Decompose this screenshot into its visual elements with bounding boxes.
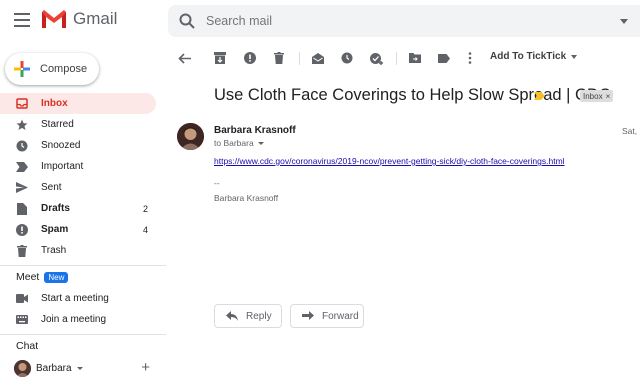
sidebar: Compose Inbox Starred Snoozed Important xyxy=(0,42,166,386)
inbox-label-chip: Inbox × xyxy=(580,90,614,102)
gmail-logo[interactable]: Gmail xyxy=(41,9,117,29)
remove-label-icon[interactable]: × xyxy=(606,92,611,101)
add-chat-icon[interactable]: + xyxy=(141,359,150,376)
mark-unread-icon[interactable] xyxy=(308,48,328,68)
email-body-link[interactable]: https://www.cdc.gov/coronavirus/2019-nco… xyxy=(214,156,565,166)
toolbar-divider xyxy=(299,52,300,65)
compose-plus-icon xyxy=(14,61,30,77)
report-spam-icon[interactable] xyxy=(240,48,260,68)
ticktick-label: Add To TickTick xyxy=(490,51,567,62)
reply-label: Reply xyxy=(246,310,272,322)
sidebar-item-label: Drafts xyxy=(41,203,70,214)
sidebar-item-label: Spam xyxy=(41,224,69,235)
meet-section-title: Meet New xyxy=(0,266,166,288)
add-task-icon[interactable] xyxy=(366,48,386,68)
inbox-icon xyxy=(16,98,28,110)
sidebar-item-label: Trash xyxy=(41,245,67,256)
nav-list: Inbox Starred Snoozed Important Sent Dra… xyxy=(0,93,166,379)
delete-icon[interactable] xyxy=(269,48,289,68)
spam-icon xyxy=(16,223,28,236)
start-meeting-label: Start a meeting xyxy=(41,293,109,304)
search-input[interactable] xyxy=(206,14,606,28)
archive-icon[interactable] xyxy=(210,48,230,68)
recipient-label: to Barbara xyxy=(214,138,254,148)
clock-icon xyxy=(16,140,28,152)
message-toolbar: Add To TickTick xyxy=(166,42,640,74)
join-meeting-label: Join a meeting xyxy=(41,314,107,325)
sidebar-item-important[interactable]: Important xyxy=(0,156,166,177)
search-icon[interactable] xyxy=(178,12,196,30)
sidebar-item-snoozed[interactable]: Snoozed xyxy=(0,135,166,156)
snooze-icon[interactable] xyxy=(337,48,357,68)
forward-button[interactable]: Forward xyxy=(290,304,364,328)
meet-title: Meet xyxy=(16,271,40,283)
avatar xyxy=(177,123,204,150)
search-options-icon[interactable] xyxy=(620,19,628,24)
drafts-count: 2 xyxy=(142,203,148,214)
trash-icon xyxy=(16,244,28,257)
gmail-icon xyxy=(42,10,66,28)
keyboard-icon xyxy=(16,314,28,326)
chat-user-name: Barbara xyxy=(36,362,72,374)
signature-separator: -- xyxy=(214,178,220,188)
spam-count: 4 xyxy=(142,224,148,235)
reply-icon xyxy=(226,311,238,321)
video-icon xyxy=(16,293,28,305)
email-date: Sat, M xyxy=(622,126,640,136)
main-menu-button[interactable] xyxy=(14,13,30,27)
chevron-down-icon xyxy=(257,141,264,145)
sidebar-item-starred[interactable]: Starred xyxy=(0,114,166,135)
start-meeting-item[interactable]: Start a meeting xyxy=(0,288,166,309)
chevron-down-icon xyxy=(571,54,578,59)
top-bar: Gmail xyxy=(0,0,640,42)
label-icon[interactable] xyxy=(434,48,454,68)
sidebar-item-drafts[interactable]: Drafts 2 xyxy=(0,198,166,219)
send-icon xyxy=(16,182,28,194)
search-bar[interactable] xyxy=(168,5,640,37)
move-to-icon[interactable] xyxy=(405,48,425,68)
new-badge: New xyxy=(44,271,69,283)
sidebar-item-spam[interactable]: Spam 4 xyxy=(0,219,166,240)
app-name: Gmail xyxy=(73,9,118,28)
signature-name: Barbara Krasnoff xyxy=(214,193,279,203)
forward-icon xyxy=(302,311,314,320)
sidebar-item-label: Starred xyxy=(41,119,74,130)
email-subject: Use Cloth Face Coverings to Help Slow Sp… xyxy=(214,86,611,104)
sender-name: Barbara Krasnoff xyxy=(214,125,296,136)
sidebar-item-label: Snoozed xyxy=(41,140,81,151)
sidebar-item-label: Inbox xyxy=(41,98,68,109)
back-icon[interactable] xyxy=(174,48,194,68)
message-view: Add To TickTick Use Cloth Face Coverings… xyxy=(166,42,640,386)
sidebar-item-trash[interactable]: Trash xyxy=(0,240,166,261)
compose-button[interactable]: Compose xyxy=(5,53,99,85)
chevron-down-icon xyxy=(76,366,83,370)
sidebar-item-inbox[interactable]: Inbox xyxy=(0,93,156,114)
join-meeting-item[interactable]: Join a meeting xyxy=(0,309,166,330)
sidebar-item-sent[interactable]: Sent xyxy=(0,177,166,198)
chat-user-status[interactable]: Barbara + xyxy=(0,357,166,379)
label-chip-text: Inbox xyxy=(583,91,603,101)
star-icon xyxy=(16,119,28,131)
more-icon[interactable] xyxy=(460,48,480,68)
toolbar-divider xyxy=(396,52,397,65)
important-marker-icon[interactable] xyxy=(534,92,545,100)
avatar xyxy=(14,359,31,377)
sidebar-item-label: Important xyxy=(41,161,84,172)
chat-section-title: Chat xyxy=(0,335,166,357)
sidebar-item-label: Sent xyxy=(41,182,62,193)
forward-label: Forward xyxy=(322,310,359,322)
chat-title: Chat xyxy=(16,340,39,352)
recipient-details[interactable]: to Barbara xyxy=(214,138,264,148)
add-to-ticktick-button[interactable]: Add To TickTick xyxy=(490,51,578,62)
important-icon xyxy=(16,161,28,173)
draft-icon xyxy=(16,202,28,215)
reply-button[interactable]: Reply xyxy=(214,304,282,328)
compose-label: Compose xyxy=(40,63,88,75)
